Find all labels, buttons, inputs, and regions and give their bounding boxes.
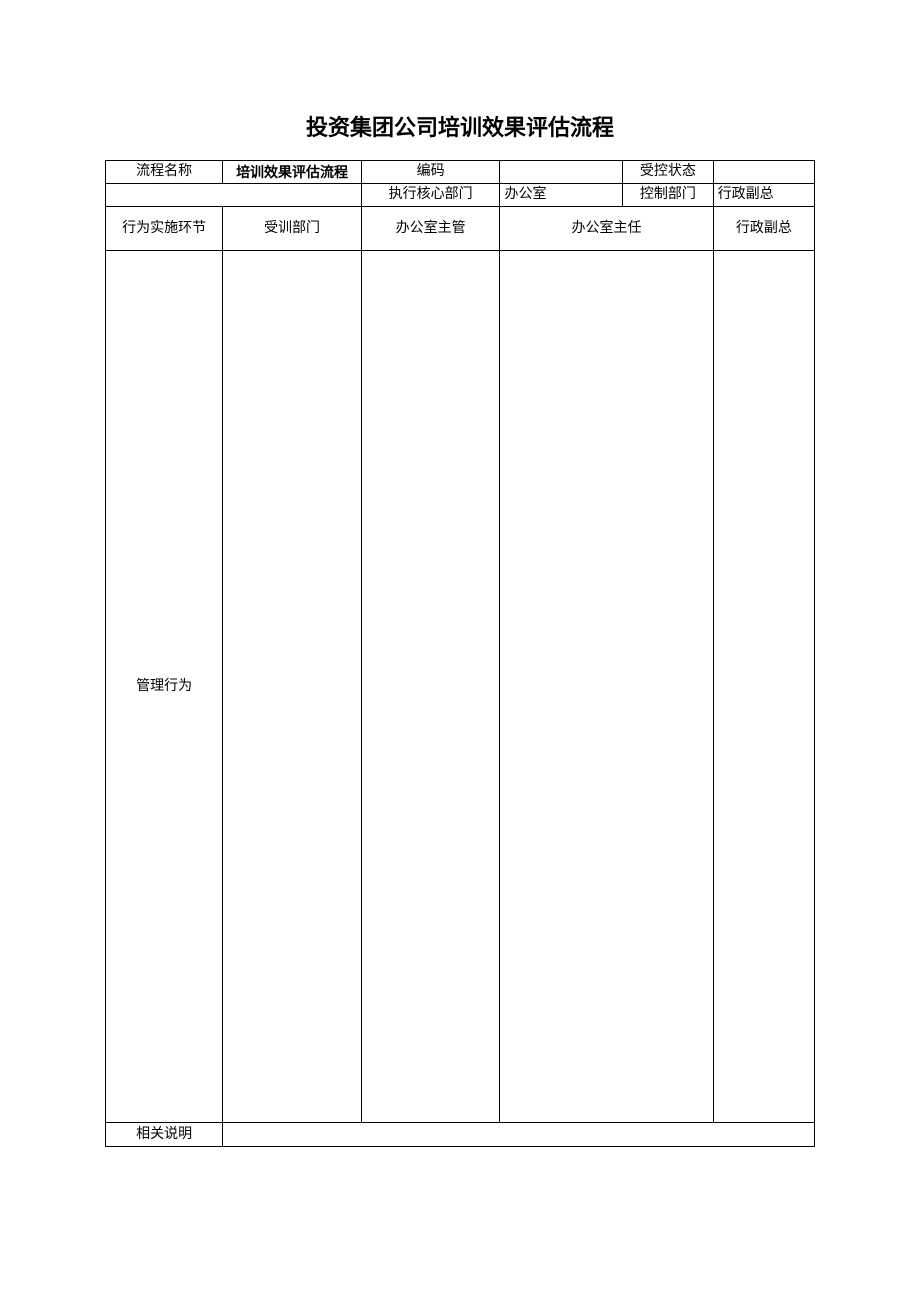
document-page: 投资集团公司培训效果评估流程 流程名称 培训效果评估流程 编码 受控状态 执行核… xyxy=(0,0,920,1147)
process-name-label: 流程名称 xyxy=(106,161,223,184)
code-value xyxy=(500,161,623,184)
meta-blank xyxy=(106,184,362,207)
footer-label: 相关说明 xyxy=(106,1123,223,1147)
body-c3 xyxy=(500,251,713,1123)
col-label-row: 行为实施环节 xyxy=(106,207,223,251)
body-c4 xyxy=(713,251,814,1123)
exec-core-dept-value: 办公室 xyxy=(500,184,623,207)
col-office-director: 办公室主任 xyxy=(500,207,713,251)
col-office-supervisor: 办公室主管 xyxy=(361,207,500,251)
control-dept-label: 控制部门 xyxy=(623,184,714,207)
control-dept-value: 行政副总 xyxy=(713,184,814,207)
body-row-label: 管理行为 xyxy=(106,251,223,1123)
col-trained-dept: 受训部门 xyxy=(223,207,362,251)
exec-core-dept-label: 执行核心部门 xyxy=(361,184,500,207)
control-status-label: 受控状态 xyxy=(623,161,714,184)
control-status-value xyxy=(713,161,814,184)
document-title: 投资集团公司培训效果评估流程 xyxy=(105,110,815,142)
meta-row-1: 流程名称 培训效果评估流程 编码 受控状态 xyxy=(106,161,815,184)
footer-value xyxy=(223,1123,815,1147)
body-c1 xyxy=(223,251,362,1123)
process-table: 流程名称 培训效果评估流程 编码 受控状态 执行核心部门 办公室 控制部门 行政… xyxy=(105,160,815,1147)
body-row: 管理行为 xyxy=(106,251,815,1123)
meta-row-2: 执行核心部门 办公室 控制部门 行政副总 xyxy=(106,184,815,207)
body-c2 xyxy=(361,251,500,1123)
code-label: 编码 xyxy=(361,161,500,184)
footer-row: 相关说明 xyxy=(106,1123,815,1147)
col-admin-vp: 行政副总 xyxy=(713,207,814,251)
process-name-value: 培训效果评估流程 xyxy=(223,161,362,184)
column-header-row: 行为实施环节 受训部门 办公室主管 办公室主任 行政副总 xyxy=(106,207,815,251)
